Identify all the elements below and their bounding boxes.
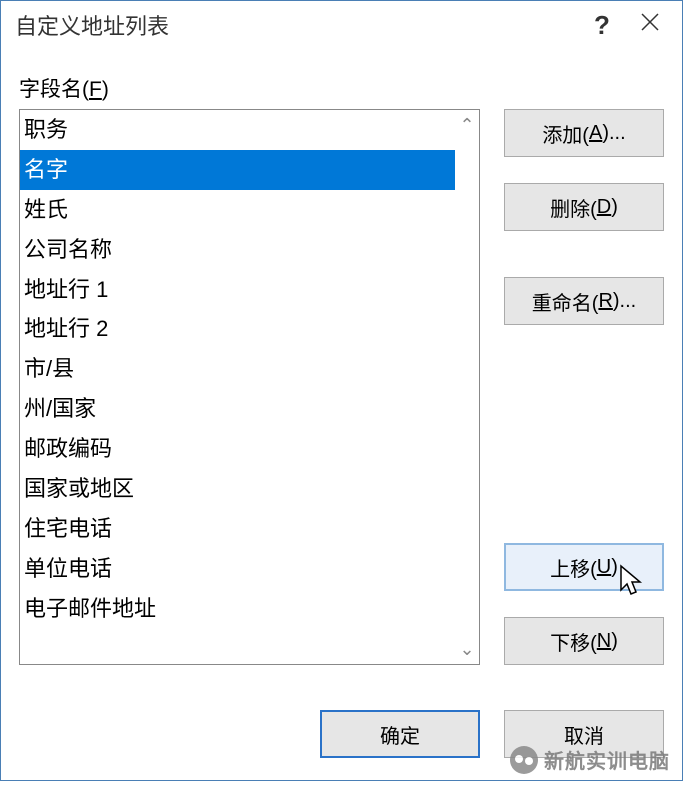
list-item[interactable]: 国家或地区 xyxy=(20,469,455,509)
main-row: 职务 名字 姓氏 公司名称 地址行 1 地址行 2 市/县 州/国家 邮政编码 … xyxy=(19,109,664,686)
scroll-up-icon[interactable]: ⌃ xyxy=(455,116,479,134)
list-item[interactable]: 住宅电话 xyxy=(20,509,455,549)
add-button[interactable]: 添加(A)... xyxy=(504,109,664,157)
list-item[interactable]: 职务 xyxy=(20,110,455,150)
move-up-button[interactable]: 上移(U) xyxy=(504,543,664,591)
titlebar: 自定义地址列表 ? xyxy=(1,1,682,49)
close-icon xyxy=(640,12,660,32)
watermark-text: 新航实训电脑 xyxy=(544,745,670,774)
listbox-items: 职务 名字 姓氏 公司名称 地址行 1 地址行 2 市/县 州/国家 邮政编码 … xyxy=(20,110,455,664)
move-down-button[interactable]: 下移(N) xyxy=(504,617,664,665)
field-name-label: 字段名(F) xyxy=(19,73,664,103)
list-item[interactable]: 单位电话 xyxy=(20,549,455,589)
content-area: 字段名(F) 职务 名字 姓氏 公司名称 地址行 1 地址行 2 市/县 州/国… xyxy=(1,49,682,780)
list-item[interactable]: 邮政编码 xyxy=(20,429,455,469)
ok-button[interactable]: 确定 xyxy=(320,710,480,758)
list-item[interactable]: 姓氏 xyxy=(20,190,455,230)
field-listbox[interactable]: 职务 名字 姓氏 公司名称 地址行 1 地址行 2 市/县 州/国家 邮政编码 … xyxy=(19,109,480,665)
list-item[interactable]: 州/国家 xyxy=(20,389,455,429)
wechat-icon xyxy=(510,746,538,774)
delete-button[interactable]: 删除(D) xyxy=(504,183,664,231)
scrollbar[interactable]: ⌃ ⌄ xyxy=(455,110,479,664)
side-buttons: 添加(A)... 删除(D) 重命名(R)... 上移(U) 下移(N) xyxy=(504,109,664,665)
rename-button[interactable]: 重命名(R)... xyxy=(504,277,664,325)
close-button[interactable] xyxy=(626,12,674,38)
dialog-window: 自定义地址列表 ? 字段名(F) 职务 名字 姓氏 公司名称 地址行 1 xyxy=(0,0,683,781)
list-item[interactable]: 地址行 2 xyxy=(20,309,455,349)
list-item[interactable]: 电子邮件地址 xyxy=(20,589,455,629)
list-item[interactable]: 名字 xyxy=(20,150,455,190)
list-item[interactable]: 公司名称 xyxy=(20,230,455,270)
list-item[interactable]: 市/县 xyxy=(20,349,455,389)
titlebar-title: 自定义地址列表 xyxy=(15,9,578,41)
help-button[interactable]: ? xyxy=(578,10,626,41)
watermark: 新航实训电脑 xyxy=(510,745,670,774)
list-item[interactable]: 地址行 1 xyxy=(20,270,455,310)
scroll-down-icon[interactable]: ⌄ xyxy=(455,640,479,658)
